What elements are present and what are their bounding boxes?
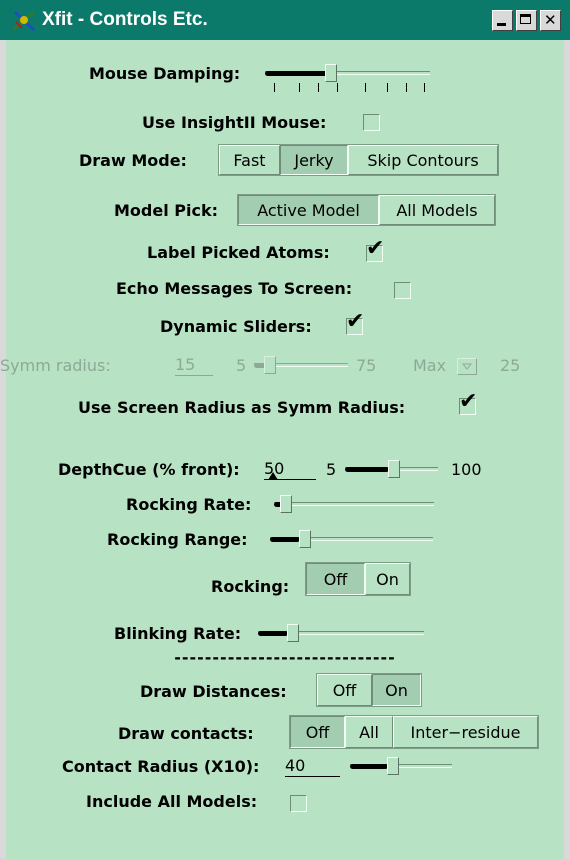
- draw-mode-selector: Fast Jerky Skip Contours: [218, 144, 499, 176]
- rocking-range-label: Rocking Range:: [107, 530, 248, 549]
- draw-mode-jerky[interactable]: Jerky: [280, 145, 348, 175]
- symm-max-dropdown[interactable]: [457, 358, 477, 375]
- depthcue-label: DepthCue (% front):: [58, 460, 240, 479]
- symm-max-value: 25: [500, 356, 521, 375]
- draw-mode-fast[interactable]: Fast: [219, 145, 280, 175]
- draw-mode-label: Draw Mode:: [79, 151, 187, 170]
- window-frame-right: [564, 40, 570, 859]
- draw-distances-label: Draw Distances:: [140, 682, 287, 701]
- model-pick-label: Model Pick:: [114, 201, 219, 220]
- window-title: Xfit - Controls Etc.: [42, 9, 208, 30]
- echo-messages-label: Echo Messages To Screen:: [116, 279, 353, 298]
- symm-radius-input[interactable]: 15: [175, 355, 213, 376]
- use-screen-radius-label: Use Screen Radius as Symm Radius:: [78, 398, 406, 417]
- label-picked-atoms-label: Label Picked Atoms:: [147, 243, 330, 262]
- model-pick-active-model[interactable]: Active Model: [238, 195, 379, 225]
- rocking-rate-label: Rocking Rate:: [126, 495, 252, 514]
- checkmark-icon: ✔: [459, 389, 478, 414]
- depthcue-max: 100: [451, 460, 482, 479]
- rocking-on[interactable]: On: [365, 563, 410, 595]
- dynamic-sliders-checkbox[interactable]: ✔: [346, 311, 364, 335]
- include-all-models-checkbox[interactable]: [290, 795, 307, 812]
- checkmark-icon: ✔: [366, 236, 385, 261]
- label-picked-atoms-checkbox[interactable]: ✔: [366, 238, 384, 262]
- draw-distances-off[interactable]: Off: [317, 674, 372, 706]
- echo-messages-checkbox[interactable]: [394, 282, 411, 299]
- insight-mouse-checkbox[interactable]: [363, 114, 380, 131]
- depthcue-min: 5: [326, 460, 337, 479]
- xfit-app-icon: [12, 10, 36, 32]
- mouse-damping-label: Mouse Damping:: [89, 64, 241, 83]
- caret-icon: [268, 472, 278, 480]
- draw-contacts-all[interactable]: All: [345, 716, 393, 748]
- draw-contacts-inter-residue[interactable]: Inter−residue: [393, 716, 538, 748]
- close-button[interactable]: [540, 10, 561, 31]
- contact-radius-label: Contact Radius (X10):: [62, 757, 260, 776]
- maximize-button[interactable]: [516, 10, 537, 31]
- draw-distances-on[interactable]: On: [372, 674, 421, 706]
- contact-radius-input[interactable]: 40: [285, 756, 340, 777]
- draw-contacts-label: Draw contacts:: [118, 724, 254, 743]
- draw-mode-skip-contours[interactable]: Skip Contours: [348, 145, 498, 175]
- dynamic-sliders-label: Dynamic Sliders:: [160, 317, 312, 336]
- model-pick-all-models[interactable]: All Models: [379, 195, 495, 225]
- include-all-models-label: Include All Models:: [86, 792, 258, 811]
- model-pick-selector: Active Model All Models: [237, 194, 496, 226]
- checkmark-icon: ✔: [346, 309, 365, 334]
- symm-max-label: Max: [413, 356, 447, 375]
- separator-line: -----------------------------: [174, 648, 396, 667]
- window-frame-left: [0, 40, 6, 859]
- rocking-selector: Off On: [305, 562, 411, 596]
- insight-mouse-label: Use InsightII Mouse:: [142, 113, 327, 132]
- rocking-off[interactable]: Off: [306, 563, 365, 595]
- symm-radius-min: 5: [236, 356, 247, 375]
- title-bar[interactable]: Xfit - Controls Etc.: [0, 0, 570, 40]
- draw-contacts-selector: Off All Inter−residue: [289, 715, 539, 749]
- rocking-label: Rocking:: [211, 577, 290, 596]
- symm-radius-label: Symm radius:: [0, 356, 111, 375]
- draw-contacts-off[interactable]: Off: [290, 716, 345, 748]
- use-screen-radius-checkbox[interactable]: ✔: [459, 391, 477, 415]
- chevron-down-icon: [461, 363, 473, 370]
- blinking-rate-label: Blinking Rate:: [114, 624, 242, 643]
- minimize-button[interactable]: [492, 10, 513, 31]
- draw-distances-selector: Off On: [316, 673, 422, 707]
- symm-radius-max: 75: [356, 356, 377, 375]
